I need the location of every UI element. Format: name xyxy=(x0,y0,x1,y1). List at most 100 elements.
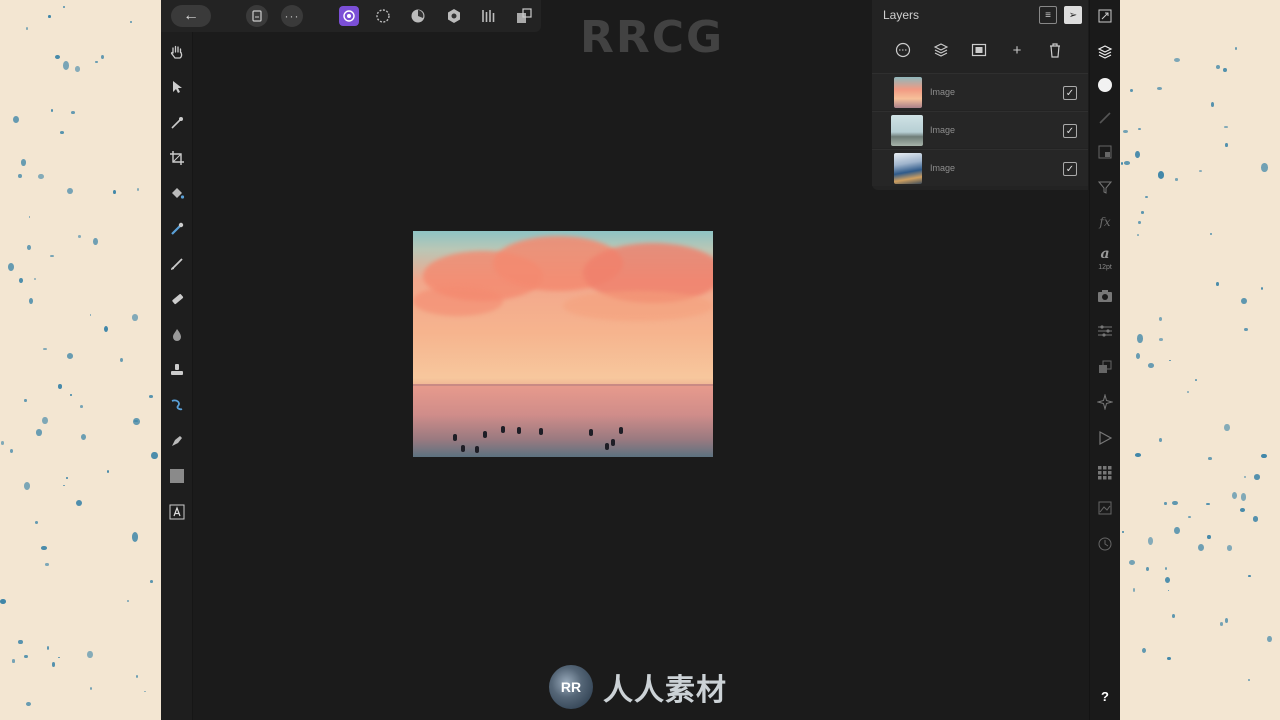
tool-move[interactable] xyxy=(167,77,187,97)
paper-speck xyxy=(1171,613,1175,618)
paper-speck xyxy=(1172,501,1178,506)
paper-speck xyxy=(1195,379,1198,381)
canvas-image[interactable] xyxy=(413,231,713,457)
tools-panel xyxy=(161,32,193,720)
paper-speck xyxy=(63,484,65,487)
character-icon[interactable]: a xyxy=(1095,244,1115,264)
tool-erase-brush[interactable] xyxy=(167,289,187,309)
paper-speck xyxy=(54,54,60,59)
document-button[interactable] xyxy=(246,5,268,27)
stock-icon xyxy=(1098,501,1112,515)
export-persona-button[interactable] xyxy=(479,6,499,26)
tool-color-picker[interactable] xyxy=(167,113,187,133)
layer-row[interactable]: Image ✓ xyxy=(872,149,1088,186)
studio-camera-button[interactable] xyxy=(1095,286,1115,306)
paper-speck xyxy=(45,562,49,566)
studio-history-button[interactable] xyxy=(1095,534,1115,554)
layer-row[interactable]: Image ✓ xyxy=(872,73,1088,110)
studio-play-button[interactable] xyxy=(1095,428,1115,448)
paper-speck xyxy=(1198,169,1203,173)
tool-crop[interactable] xyxy=(167,148,187,168)
watermark-logo-text: 人人素材 xyxy=(603,673,727,708)
studio-transform-button[interactable] xyxy=(1095,357,1115,377)
panel-pin-button[interactable]: ➢ xyxy=(1064,6,1082,24)
studio-color-button[interactable] xyxy=(1095,75,1115,95)
panel-menu-button[interactable]: ≡ xyxy=(1039,6,1057,24)
paper-speck xyxy=(1174,526,1181,535)
studio-expand-button[interactable] xyxy=(1095,6,1115,26)
layer-visibility-checkbox[interactable]: ✓ xyxy=(1063,162,1077,176)
paper-speck xyxy=(1158,337,1164,341)
arrange-button[interactable] xyxy=(514,6,534,26)
paper-speck xyxy=(1241,298,1248,305)
tool-text[interactable] xyxy=(167,502,187,522)
more-button[interactable]: ··· xyxy=(281,5,303,27)
hand-icon xyxy=(170,45,183,59)
tool-hand[interactable] xyxy=(167,42,187,62)
studio-adjustments-button[interactable] xyxy=(1095,142,1115,162)
paper-speck xyxy=(93,237,99,246)
studio-layers-button[interactable] xyxy=(1095,42,1115,62)
paper-speck xyxy=(149,579,153,583)
studio-grid-button[interactable] xyxy=(1095,463,1115,483)
mask-icon xyxy=(971,43,987,57)
layer-visibility-checkbox[interactable]: ✓ xyxy=(1063,124,1077,138)
paper-speck xyxy=(46,646,50,650)
paper-speck xyxy=(131,532,138,542)
paper-speck xyxy=(76,500,83,507)
photo-persona-button[interactable] xyxy=(339,6,359,26)
layer-row[interactable]: Image ✓ xyxy=(872,111,1088,148)
paper-speck xyxy=(1142,647,1147,653)
paper-speck xyxy=(63,6,66,9)
develop-persona-button[interactable] xyxy=(408,6,428,26)
history-icon xyxy=(1098,537,1112,551)
tool-paint-brush[interactable] xyxy=(167,254,187,274)
delete-layer-button[interactable] xyxy=(1040,38,1070,62)
paper-speck xyxy=(75,66,80,72)
paper-speck xyxy=(1235,47,1238,50)
paper-speck xyxy=(1174,178,1179,181)
list-icon: ≡ xyxy=(1045,9,1051,21)
transform-icon xyxy=(1099,360,1112,373)
add-layer-button[interactable]: + xyxy=(1002,38,1032,62)
layer-thumbnail xyxy=(891,115,923,146)
pen-icon xyxy=(172,436,182,446)
paper-speck xyxy=(1130,88,1133,92)
paper-speck xyxy=(1173,58,1180,63)
checkmark-icon: ✓ xyxy=(1065,163,1075,175)
tool-smudge[interactable] xyxy=(167,395,187,415)
effects-icon[interactable]: fx xyxy=(1095,212,1115,232)
tool-dodge-burn[interactable] xyxy=(167,325,187,345)
studio-stock-button[interactable] xyxy=(1095,498,1115,518)
paper-speck xyxy=(1224,125,1228,129)
layer-stack-button[interactable] xyxy=(926,38,956,62)
studio-brushes-button[interactable] xyxy=(1095,108,1115,128)
paper-speck xyxy=(1164,576,1171,584)
tool-flood-fill[interactable] xyxy=(167,183,187,203)
paper-speck xyxy=(151,452,158,460)
paper-speck xyxy=(59,130,64,134)
paper-speck xyxy=(1164,501,1167,506)
studio-navigator-button[interactable] xyxy=(1095,392,1115,412)
tool-pen[interactable] xyxy=(167,431,187,451)
liquify-persona-button[interactable] xyxy=(373,6,393,26)
clone-icon xyxy=(171,364,183,375)
studio-filters-button[interactable] xyxy=(1095,177,1115,197)
blend-modes-button[interactable] xyxy=(888,38,918,62)
tone-mapping-persona-button[interactable] xyxy=(444,6,464,26)
paper-speck xyxy=(132,314,139,321)
back-button[interactable]: ← xyxy=(171,5,211,27)
mask-button[interactable] xyxy=(964,38,994,62)
paper-speck xyxy=(48,15,51,19)
brushes-icon xyxy=(1099,112,1111,124)
paper-speck xyxy=(127,600,129,603)
tool-selection-brush[interactable] xyxy=(167,219,187,239)
layer-visibility-checkbox[interactable]: ✓ xyxy=(1063,86,1077,100)
paper-speck xyxy=(1248,575,1251,578)
paper-speck xyxy=(67,188,73,194)
tool-clone[interactable] xyxy=(167,360,187,380)
studio-tone-button[interactable] xyxy=(1095,321,1115,341)
tool-rectangle[interactable] xyxy=(167,466,187,486)
help-icon[interactable]: ? xyxy=(1095,686,1115,706)
paper-speck xyxy=(1164,567,1168,571)
